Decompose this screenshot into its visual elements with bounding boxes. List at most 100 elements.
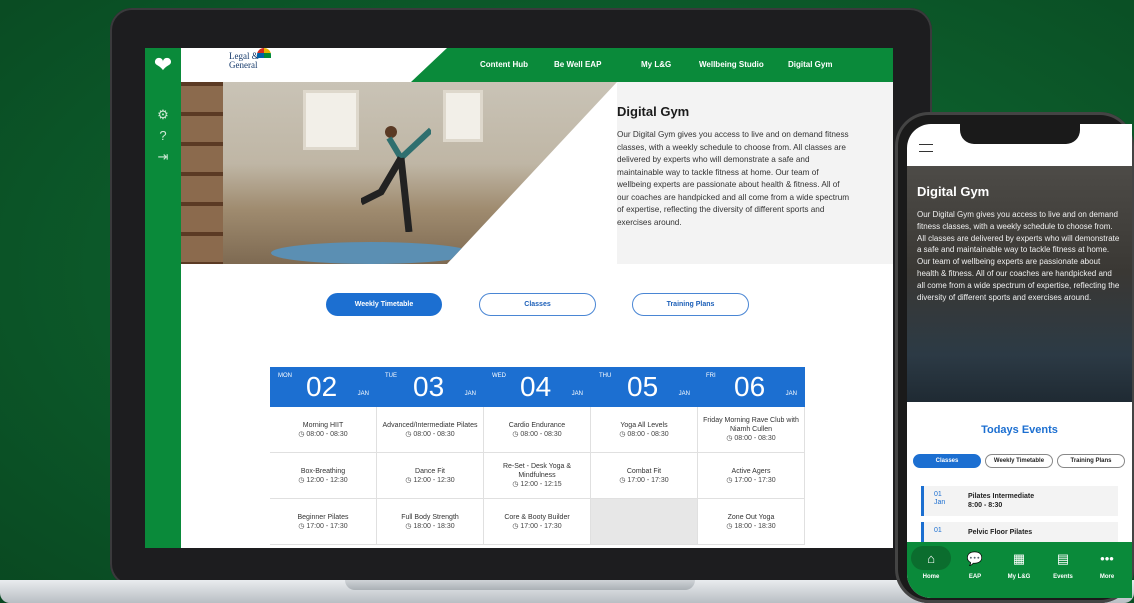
class-time: 17:00 - 17:30: [734, 476, 776, 484]
day-header[interactable]: FRI 06 JAN: [698, 367, 805, 407]
class-time: 12:00 - 12:30: [306, 476, 348, 484]
bottom-nav-eap[interactable]: 💬 EAP: [955, 550, 995, 594]
day-of-week: TUE: [385, 373, 397, 379]
day-header[interactable]: MON 02 JAN: [270, 367, 377, 407]
hero-description: Our Digital Gym gives you access to live…: [617, 130, 850, 227]
event-month: Jan: [934, 499, 946, 506]
class-name: Active Agers: [731, 467, 771, 475]
day-date: 03: [413, 371, 445, 402]
class-slot[interactable]: Dance Fit ◷ 12:00 - 12:30: [377, 453, 484, 499]
class-name: Beginner Pilates: [297, 513, 349, 521]
class-time: 08:00 - 08:30: [306, 430, 348, 438]
event-item[interactable]: 01 Jan Pilates Intermediate 8:00 - 8:30: [921, 486, 1118, 516]
bottom-nav-my-lg[interactable]: ▦ My L&G: [999, 550, 1039, 594]
phone-tab-weekly-timetable[interactable]: Weekly Timetable: [985, 454, 1053, 468]
class-slot[interactable]: Yoga All Levels ◷ 08:00 - 08:30: [591, 407, 698, 453]
tab-weekly-timetable[interactable]: Weekly Timetable: [326, 293, 442, 316]
class-slot[interactable]: Combat Fit ◷ 17:00 - 17:30: [591, 453, 698, 499]
day-month: JAN: [357, 391, 369, 397]
phone-tab-training-plans[interactable]: Training Plans: [1057, 454, 1125, 468]
class-slot[interactable]: Advanced/Intermediate Pilates ◷ 08:00 - 0…: [377, 407, 484, 453]
day-date: 04: [520, 371, 552, 402]
bottom-nav-events[interactable]: ▤ Events: [1043, 550, 1083, 594]
legal-general-logo[interactable]: Legal & General: [229, 48, 271, 70]
class-time: 08:00 - 08:30: [520, 430, 562, 438]
bottom-nav-label: EAP: [968, 574, 982, 580]
more-icon: •••: [1100, 551, 1114, 566]
class-name: Core & Booty Builder: [504, 513, 570, 521]
day-of-week: FRI: [706, 373, 716, 379]
yoga-mat: [271, 242, 471, 264]
event-day: 01: [934, 491, 942, 498]
class-time: 08:00 - 08:30: [627, 430, 669, 438]
class-time: 18:00 - 18:30: [734, 522, 776, 530]
tab-classes[interactable]: Classes: [479, 293, 596, 316]
nav-be-well-eap[interactable]: Be Well EAP: [554, 60, 601, 69]
menu-icon[interactable]: [919, 144, 933, 152]
class-slot[interactable]: Box-Breathing ◷ 12:00 - 12:30: [270, 453, 377, 499]
top-nav-bar: Legal & General Content Hub Be Well EAP …: [181, 48, 893, 82]
nav-content-hub[interactable]: Content Hub: [480, 60, 528, 69]
class-slot[interactable]: Morning HIIT ◷ 08:00 - 08:30: [270, 407, 377, 453]
chat-icon: 💬: [966, 551, 984, 566]
event-time: 8:00 - 8:30: [968, 502, 1003, 509]
day-month: JAN: [785, 391, 797, 397]
class-slot[interactable]: Friday Morning Rave Club with Niamh Cull…: [698, 407, 805, 453]
class-time: 17:00 - 17:30: [627, 476, 669, 484]
class-name: Cardio Endurance: [508, 421, 566, 429]
gear-icon[interactable]: ⚙: [154, 106, 172, 124]
phone-description: Our Digital Gym gives you access to live…: [917, 210, 1120, 302]
class-name: Box-Breathing: [300, 467, 346, 475]
class-slot[interactable]: Cardio Endurance ◷ 08:00 - 08:30: [484, 407, 591, 453]
class-time: 18:00 - 18:30: [413, 522, 455, 530]
day-month: JAN: [678, 391, 690, 397]
day-header[interactable]: TUE 03 JAN: [377, 367, 484, 407]
help-icon[interactable]: ?: [154, 127, 172, 145]
calendar-icon: ▤: [1056, 551, 1070, 566]
class-time: 12:00 - 12:15: [520, 481, 562, 488]
class-slot: [591, 499, 698, 545]
class-slot[interactable]: Beginner Pilates ◷ 17:00 - 17:30: [270, 499, 377, 545]
class-name: Yoga All Levels: [620, 421, 668, 429]
hero-image: [181, 82, 617, 264]
class-time: 08:00 - 08:30: [413, 430, 455, 438]
todays-events-heading: Todays Events: [981, 424, 1058, 436]
class-slot[interactable]: Re-Set - Desk Yoga & Mindfulness ◷ 12:00 …: [484, 453, 591, 499]
hero-title: Digital Gym: [617, 104, 690, 119]
class-name: Advanced/Intermediate Pilates: [382, 421, 478, 429]
class-slot[interactable]: Zone Out Yoga ◷ 18:00 - 18:30: [698, 499, 805, 545]
class-name: Combat Fit: [626, 467, 662, 475]
bottom-nav-label: More: [1099, 574, 1115, 580]
home-icon: ⌂: [927, 551, 935, 566]
class-slot[interactable]: Core & Booty Builder ◷ 17:00 - 17:30: [484, 499, 591, 545]
tab-training-plans[interactable]: Training Plans: [632, 293, 749, 316]
bottom-nav-more[interactable]: ••• More: [1087, 550, 1127, 594]
nav-wellbeing-studio[interactable]: Wellbeing Studio: [699, 60, 764, 69]
phone-tab-classes[interactable]: Classes: [913, 454, 981, 468]
class-slot[interactable]: Full Body Strength ◷ 18:00 - 18:30: [377, 499, 484, 545]
nav-digital-gym[interactable]: Digital Gym: [788, 60, 832, 69]
umbrella-icon: [257, 48, 271, 58]
day-header[interactable]: WED 04 JAN: [484, 367, 591, 407]
class-name: Full Body Strength: [401, 513, 459, 521]
heart-logo-icon[interactable]: ❤: [150, 54, 176, 76]
class-time: 08:00 - 08:30: [734, 435, 776, 442]
day-date: 05: [627, 371, 659, 402]
logout-icon[interactable]: ⇥: [154, 148, 172, 166]
bookshelf: [181, 82, 223, 264]
bottom-nav-label: Home: [922, 574, 940, 580]
laptop-base-notch: [345, 580, 695, 590]
day-date: 02: [306, 371, 338, 402]
class-slot[interactable]: Active Agers ◷ 17:00 - 17:30: [698, 453, 805, 499]
person-yoga-pose: [361, 126, 431, 232]
laptop-screen: ❤ ⚙ ? ⇥ Legal & General Content Hub Be W…: [145, 48, 893, 548]
event-name: Pelvic Floor Pilates: [968, 529, 1033, 536]
bottom-nav-home[interactable]: ⌂ Home: [911, 550, 951, 594]
phone-notch: [960, 124, 1080, 144]
class-time: 17:00 - 17:30: [520, 522, 562, 530]
phone-title: Digital Gym: [917, 184, 990, 199]
day-of-week: THU: [599, 373, 612, 379]
nav-my-lg[interactable]: My L&G: [641, 60, 671, 69]
day-header[interactable]: THU 05 JAN: [591, 367, 698, 407]
building-icon: ▦: [1012, 551, 1026, 566]
